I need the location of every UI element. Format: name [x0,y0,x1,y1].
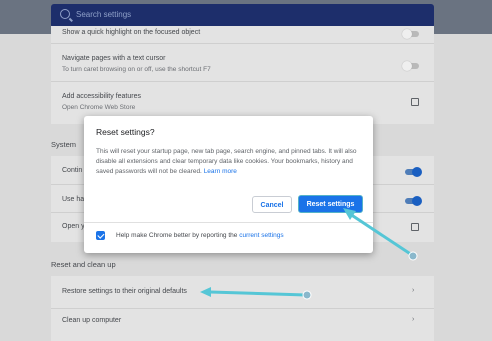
report-settings-text: Help make Chrome better by reporting the [116,232,238,239]
dialog-divider [84,222,373,223]
continue-running-label: Contin [62,167,83,174]
focus-highlight-toggle[interactable] [402,29,419,39]
focus-highlight-row[interactable]: Show a quick highlight on the focused ob… [51,26,434,40]
dialog-title: Reset settings? [96,127,155,137]
system-heading: System [51,140,77,149]
reset-settings-dialog: Reset settings? This will reset your sta… [84,116,373,253]
caret-browsing-subtitle: To turn caret browsing on or off, use th… [62,66,211,73]
accessibility-card: Show a quick highlight on the focused ob… [51,26,434,124]
external-link-icon[interactable] [411,223,419,231]
caret-browsing-row[interactable]: Navigate pages with a text cursor To tur… [51,43,434,79]
search-placeholder: Search settings [76,10,132,19]
chevron-right-icon: › [412,287,415,294]
report-settings-label: Help make Chrome better by reporting the… [116,232,284,239]
reset-settings-button[interactable]: Reset settings [298,195,363,213]
current-settings-link[interactable]: current settings [239,232,283,239]
accessibility-features-title: Add accessibility features [62,93,141,100]
report-settings-checkbox[interactable] [96,231,105,240]
proxy-settings-label: Open y [62,223,85,230]
cancel-button[interactable]: Cancel [252,196,292,213]
restore-defaults-row[interactable]: Restore settings to their original defau… [51,276,434,308]
search-icon [60,9,70,19]
learn-more-link[interactable]: Learn more [204,168,237,175]
dialog-body: This will reset your startup page, new t… [96,147,364,177]
accessibility-features-subtitle: Open Chrome Web Store [62,104,136,111]
continue-running-toggle[interactable] [405,167,422,177]
caret-browsing-title: Navigate pages with a text cursor [62,55,166,62]
restore-defaults-label: Restore settings to their original defau… [62,288,187,295]
external-link-icon[interactable] [411,98,419,106]
caret-browsing-toggle[interactable] [402,61,419,71]
clean-up-row[interactable]: Clean up computer › [51,308,434,341]
hardware-acceleration-label: Use ha [62,196,85,203]
focus-highlight-label: Show a quick highlight on the focused ob… [62,29,201,36]
search-input[interactable]: Search settings [51,4,434,28]
chevron-right-icon: › [412,316,415,323]
clean-up-label: Clean up computer [62,317,122,324]
reset-card: Restore settings to their original defau… [51,276,434,341]
reset-section-heading: Reset and clean up [51,260,116,269]
hardware-acceleration-toggle[interactable] [405,196,422,206]
